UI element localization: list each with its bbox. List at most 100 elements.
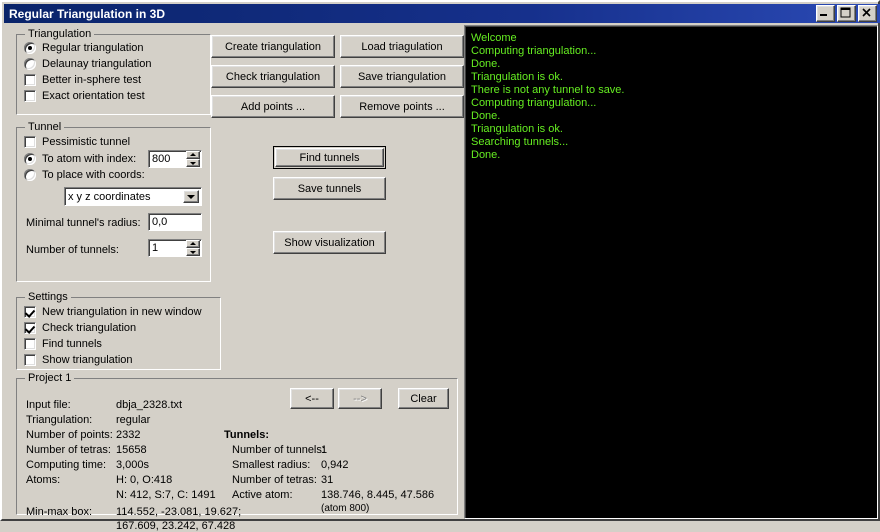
remove-points-button[interactable]: Remove points ... xyxy=(340,95,464,118)
atoms-label: Atoms: xyxy=(26,474,61,486)
tunnels-count-label: Number of tunnels: xyxy=(232,444,325,456)
triangulation-type-label: Triangulation: xyxy=(26,414,93,426)
window-title: Regular Triangulation in 3D xyxy=(9,6,166,21)
application-window: Regular Triangulation in 3D Triangulatio… xyxy=(0,0,880,532)
checkbox-indicator xyxy=(24,322,36,334)
close-button[interactable] xyxy=(858,5,877,22)
coordinates-combobox[interactable]: x y z coordinates xyxy=(64,187,202,206)
stepper-down-icon[interactable] xyxy=(186,248,200,256)
stepper-down-icon[interactable] xyxy=(186,159,200,167)
next-project-button[interactable]: --> xyxy=(338,388,382,409)
minimal-radius-label: Minimal tunnel's radius: xyxy=(26,217,141,229)
save-triangulation-label: Save triangulation xyxy=(357,70,447,83)
checkbox-exact-orientation-test[interactable]: Exact orientation test xyxy=(24,90,145,102)
radio-regular-triangulation-label: Regular triangulation xyxy=(42,42,144,54)
active-atom-label: Active atom: xyxy=(232,489,293,501)
checkbox-find-tunnels-label: Find tunnels xyxy=(42,338,102,350)
radio-delaunay-triangulation[interactable]: Delaunay triangulation xyxy=(24,58,151,70)
radio-indicator xyxy=(24,58,36,70)
smallest-radius-value: 0,942 xyxy=(321,459,349,471)
previous-project-button[interactable]: <-- xyxy=(290,388,334,409)
computing-time-label: Computing time: xyxy=(26,459,107,471)
atom-index-stepper[interactable] xyxy=(186,151,200,167)
minimal-radius-input[interactable]: 0,0 xyxy=(148,213,202,231)
maximize-button[interactable] xyxy=(837,5,856,22)
checkbox-indicator xyxy=(24,136,36,148)
checkbox-exact-orientation-test-label: Exact orientation test xyxy=(42,90,145,102)
atoms-value-line2: N: 412, S:7, C: 1491 xyxy=(116,489,216,501)
checkbox-pessimistic-tunnel[interactable]: Pessimistic tunnel xyxy=(24,136,130,148)
atoms-value-line1: H: 0, O:418 xyxy=(116,474,173,486)
log-line: Triangulation is ok. xyxy=(471,71,563,83)
checkbox-indicator xyxy=(24,306,36,318)
radio-indicator xyxy=(24,42,36,54)
tunnel-tetras-label: Number of tetras: xyxy=(232,474,317,486)
input-file-label: Input file: xyxy=(26,399,71,411)
radio-regular-triangulation[interactable]: Regular triangulation xyxy=(24,42,144,54)
add-points-button[interactable]: Add points ... xyxy=(211,95,335,118)
stepper-up-icon[interactable] xyxy=(186,151,200,159)
checkbox-indicator xyxy=(24,354,36,366)
checkbox-check-triangulation[interactable]: Check triangulation xyxy=(24,322,136,334)
checkbox-new-triangulation-in-new-window[interactable]: New triangulation in new window xyxy=(24,306,202,318)
log-line: Computing triangulation... xyxy=(471,45,597,57)
next-project-label: --> xyxy=(353,392,367,405)
log-line: Welcome xyxy=(471,32,517,44)
minimize-button[interactable] xyxy=(816,5,835,22)
log-line: Searching tunnels... xyxy=(471,136,569,148)
tunnel-tetras-value: 31 xyxy=(321,474,334,486)
clear-project-button[interactable]: Clear xyxy=(398,388,449,409)
load-triangulation-button[interactable]: Load triagulation xyxy=(340,35,464,58)
find-tunnels-label: Find tunnels xyxy=(299,151,360,164)
atom-index-value: 800 xyxy=(152,153,171,165)
checkbox-new-triangulation-in-new-window-label: New triangulation in new window xyxy=(42,306,202,318)
find-tunnels-button[interactable]: Find tunnels xyxy=(273,146,386,169)
radio-to-atom-with-index-label: To atom with index: xyxy=(42,153,137,165)
checkbox-better-in-sphere-test[interactable]: Better in-sphere test xyxy=(24,74,141,86)
stepper-up-icon[interactable] xyxy=(186,240,200,248)
active-atom-note: (atom 800) xyxy=(321,503,370,514)
log-console[interactable]: Welcome Computing triangulation... Done.… xyxy=(464,25,878,519)
minimize-icon xyxy=(820,14,827,16)
number-of-tunnels-label: Number of tunnels: xyxy=(26,244,119,256)
radio-to-place-with-coords-label: To place with coords: xyxy=(42,169,145,181)
log-line: Done. xyxy=(471,149,501,161)
clear-project-label: Clear xyxy=(410,392,437,405)
number-of-tetras-label: Number of tetras: xyxy=(26,444,111,456)
number-of-points-value: 2332 xyxy=(116,429,141,441)
create-triangulation-button[interactable]: Create triangulation xyxy=(211,35,335,58)
computing-time-value: 3,000s xyxy=(116,459,150,471)
checkbox-find-tunnels[interactable]: Find tunnels xyxy=(24,338,102,350)
min-max-box-value-line2: 167.609, 23.242, 67.428 xyxy=(116,520,236,532)
checkbox-pessimistic-tunnel-label: Pessimistic tunnel xyxy=(42,136,131,148)
settings-group-title: Settings xyxy=(25,291,71,303)
min-max-box-label: Min-max box: xyxy=(26,506,93,518)
checkbox-check-triangulation-label: Check triangulation xyxy=(42,322,137,334)
check-triangulation-label: Check triangulation xyxy=(225,70,321,83)
log-line: Computing triangulation... xyxy=(471,97,597,109)
chevron-down-icon[interactable] xyxy=(183,190,199,203)
checkbox-indicator xyxy=(24,338,36,350)
radio-delaunay-triangulation-label: Delaunay triangulation xyxy=(42,58,152,70)
min-max-box-value-line1: 114.552, -23.081, 19.627; xyxy=(116,506,242,518)
tunnel-group-title: Tunnel xyxy=(25,121,65,133)
minimal-radius-value: 0,0 xyxy=(152,216,168,228)
load-triangulation-label: Load triagulation xyxy=(361,40,443,53)
number-of-tunnels-stepper[interactable] xyxy=(186,240,200,256)
checkbox-show-triangulation[interactable]: Show triangulation xyxy=(24,354,133,366)
client-area: Triangulation Regular triangulation Dela… xyxy=(6,25,878,532)
log-line: Done. xyxy=(471,110,501,122)
maximize-icon xyxy=(840,7,851,18)
save-triangulation-button[interactable]: Save triangulation xyxy=(340,65,464,88)
check-triangulation-button[interactable]: Check triangulation xyxy=(211,65,335,88)
checkbox-indicator xyxy=(24,90,36,102)
title-bar[interactable]: Regular Triangulation in 3D xyxy=(4,4,880,23)
project-group-title: Project 1 xyxy=(25,372,75,384)
show-visualization-button[interactable]: Show visualization xyxy=(273,231,386,254)
save-tunnels-button[interactable]: Save tunnels xyxy=(273,177,386,200)
create-triangulation-label: Create triangulation xyxy=(224,40,321,53)
show-visualization-label: Show visualization xyxy=(284,236,375,249)
radio-to-place-with-coords[interactable]: To place with coords: xyxy=(24,169,145,181)
window-controls xyxy=(816,5,877,22)
radio-to-atom-with-index[interactable]: To atom with index: xyxy=(24,153,136,165)
